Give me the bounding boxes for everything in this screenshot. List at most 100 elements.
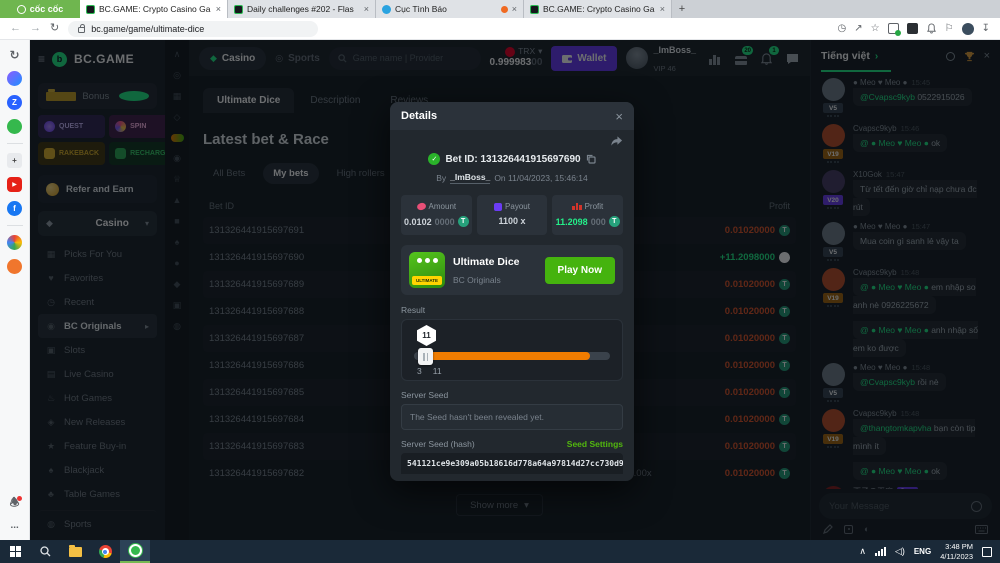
server-seed-box: The Seed hasn't been revealed yet.	[401, 404, 623, 430]
browser-tab-3[interactable]: Cục Tình Báo×	[376, 0, 524, 18]
volume-icon[interactable]: ◁)	[895, 546, 905, 557]
game-title: Ultimate Dice	[453, 256, 520, 268]
result-slider-handle[interactable]	[418, 348, 433, 365]
youtube-icon[interactable]: ▶	[7, 177, 22, 192]
windows-taskbar: ∧ ◁) ENG 3:48 PM4/11/2023	[0, 540, 1000, 563]
games-icon[interactable]	[7, 119, 22, 134]
messenger-icon[interactable]	[7, 71, 22, 86]
profit-stat: Profit 11.2098000	[552, 195, 623, 235]
taskbar-clock[interactable]: 3:48 PM4/11/2023	[940, 542, 973, 561]
profit-bars-icon	[572, 203, 582, 210]
coccoc-taskbar-icon[interactable]	[120, 540, 150, 563]
seed-hash-value[interactable]: 541121ce9e309a05b18616d778a64a97814d27cc…	[401, 453, 623, 474]
wheel-icon[interactable]	[7, 235, 22, 250]
notification-bell-icon[interactable]	[926, 23, 937, 34]
url-field[interactable]: bc.game/game/ultimate-dice	[68, 21, 318, 37]
facebook-icon[interactable]: f	[7, 201, 22, 216]
share-icon[interactable]: ↗	[854, 23, 862, 34]
profile-avatar[interactable]	[962, 23, 974, 35]
start-button[interactable]	[0, 540, 30, 563]
shop-icon[interactable]	[7, 259, 22, 274]
payout-icon	[494, 203, 502, 211]
back-button[interactable]: ←	[10, 23, 21, 34]
history-clock-icon[interactable]: ◷	[838, 23, 847, 34]
browser-tab-4[interactable]: BC.GAME: Crypto Casino Ga×	[524, 0, 672, 18]
taskbar-tray: ∧ ◁) ENG 3:48 PM4/11/2023	[859, 542, 1000, 561]
forward-button[interactable]: →	[30, 23, 41, 34]
action-center-icon[interactable]	[982, 547, 992, 557]
bcgame-favicon	[234, 5, 243, 14]
tab-close-icon[interactable]: ×	[364, 4, 369, 14]
url-text: bc.game/game/ultimate-dice	[91, 24, 204, 34]
download-icon[interactable]: ↧	[982, 23, 990, 34]
bettor-username[interactable]: _ImBoss_	[450, 172, 490, 184]
result-hexagon: 11	[417, 325, 436, 346]
extension-icon-badged[interactable]	[888, 23, 899, 34]
coin-icon	[458, 216, 469, 227]
tab-close-icon[interactable]: ×	[660, 4, 665, 14]
network-icon[interactable]	[875, 547, 886, 556]
address-bar-icons: ◷ ↗ ☆ ⚐ ↧	[838, 23, 990, 35]
result-slider-fill	[423, 352, 590, 360]
flag-icon[interactable]: ⚐	[945, 23, 954, 34]
tray-expand-icon[interactable]: ∧	[859, 546, 866, 557]
bet-stats: Amount 0.01020000 Payout 1100 x Profit 1…	[401, 195, 623, 235]
divider	[7, 143, 23, 144]
file-explorer-icon[interactable]	[60, 540, 90, 563]
modal-header: Details ×	[390, 102, 634, 130]
taskbar-search-icon[interactable]	[30, 540, 60, 563]
bet-id-row: ✓ Bet ID: 131326441915697690	[401, 153, 623, 165]
brand-label: cốc cốc	[30, 4, 64, 14]
ultimate-dice-game-icon: ULTIMATE DICE	[409, 252, 445, 288]
seed-hash-row: Server Seed (hash) Seed Settings	[401, 439, 623, 449]
coccoc-logo-icon	[17, 5, 26, 14]
tab-close-icon[interactable]: ×	[216, 4, 221, 14]
game-card: ULTIMATE DICE Ultimate Dice BC Originals…	[401, 245, 623, 295]
bet-meta-row: By _ImBoss_ On 11/04/2023, 15:46:14	[401, 172, 623, 184]
lobster-emoji-icon	[501, 6, 508, 13]
bet-details-modal: Details × ✓ Bet ID: 131326441915697690 B…	[390, 102, 634, 481]
payout-stat: Payout 1100 x	[477, 195, 548, 235]
result-label: Result	[401, 305, 623, 315]
browser-tab-1[interactable]: BC.GAME: Crypto Casino Ga×	[80, 0, 228, 18]
copy-icon[interactable]	[586, 154, 596, 164]
new-tab-button[interactable]: +	[672, 0, 692, 18]
amount-stat: Amount 0.01020000	[401, 195, 472, 235]
bet-id-text: Bet ID: 131326441915697690	[445, 154, 580, 165]
add-shortcut-button[interactable]: +	[7, 153, 22, 168]
alerts-bell-icon[interactable]: 🕭	[7, 496, 22, 511]
alert-dot	[17, 496, 22, 501]
share-icon[interactable]	[610, 135, 623, 147]
close-modal-icon[interactable]: ×	[615, 109, 623, 124]
zalo-icon[interactable]: Z	[7, 95, 22, 110]
bookmark-star-icon[interactable]: ☆	[871, 23, 880, 34]
server-seed-label: Server Seed	[401, 390, 623, 400]
verified-shield-icon: ✓	[428, 153, 440, 165]
bcgame-favicon	[530, 5, 539, 14]
chrome-icon[interactable]	[90, 540, 120, 563]
browser-tab-2[interactable]: Daily challenges #202 - Flas×	[228, 0, 376, 18]
game-provider: BC Originals	[453, 275, 501, 285]
web-page: ≡ b BC.GAME Bonus QUEST SPIN RAKEBACK RE…	[30, 40, 1000, 540]
seed-settings-link[interactable]: Seed Settings	[567, 439, 623, 449]
reload-button[interactable]: ↻	[50, 23, 59, 34]
browser-tab-strip: cốc cốc BC.GAME: Crypto Casino Ga× Daily…	[0, 0, 1000, 18]
lock-icon	[78, 27, 85, 33]
result-slider-track	[414, 352, 610, 360]
tab-close-icon[interactable]: ×	[512, 4, 517, 14]
address-bar: ← → ↻ bc.game/game/ultimate-dice ◷ ↗ ☆ ⚐…	[0, 18, 1000, 40]
history-icon[interactable]: ↻	[7, 47, 22, 62]
modal-title: Details	[401, 110, 437, 122]
modal-body: ✓ Bet ID: 131326441915697690 By _ImBoss_…	[390, 130, 634, 481]
extension-dark-icon[interactable]	[907, 23, 918, 34]
extension-badge	[895, 30, 901, 36]
share-row	[401, 135, 623, 151]
screen: cốc cốc BC.GAME: Crypto Casino Ga× Daily…	[0, 0, 1000, 563]
hash-label: Server Seed (hash)	[401, 439, 475, 449]
more-options-icon[interactable]: ⋯	[7, 520, 22, 535]
browser-side-panel: ↻ Z + ▶ f 🕭 ⋯	[0, 40, 30, 540]
play-now-button[interactable]: Play Now	[545, 257, 615, 284]
input-language[interactable]: ENG	[914, 547, 931, 556]
coccoc-brand[interactable]: cốc cốc	[0, 0, 80, 18]
result-range: 311	[417, 366, 442, 376]
